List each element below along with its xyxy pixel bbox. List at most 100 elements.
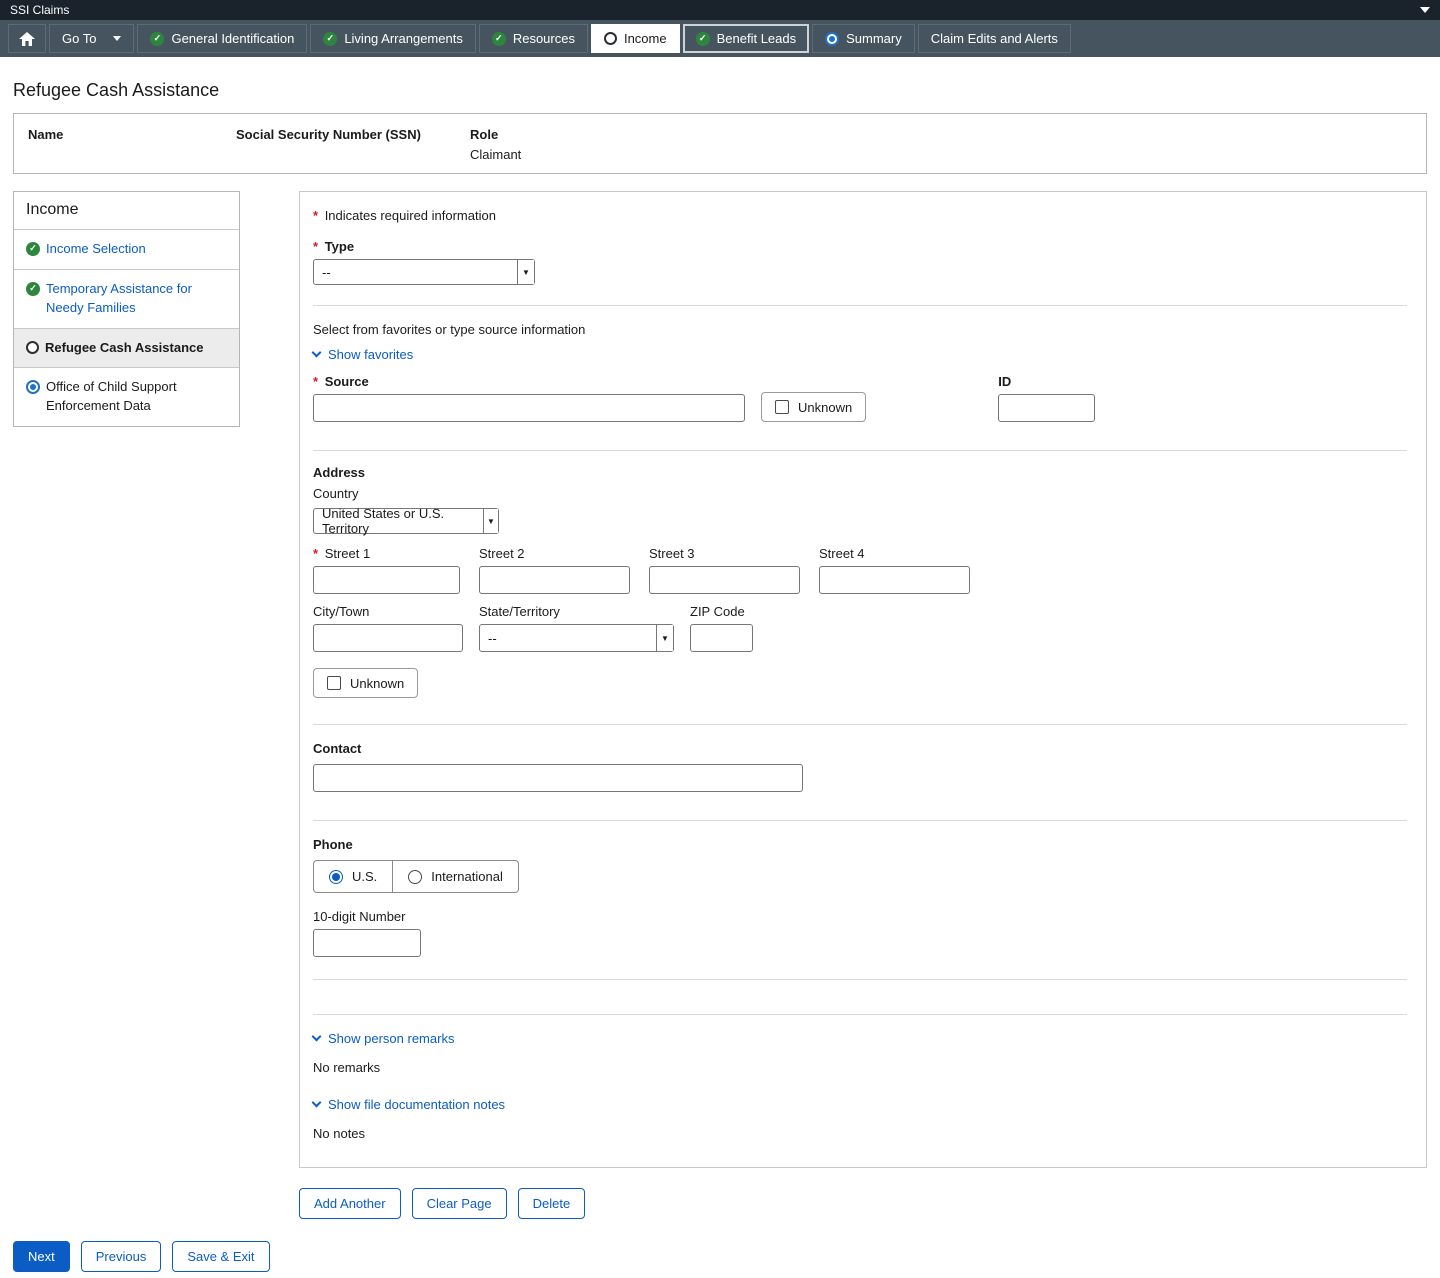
in-progress-circle-icon: [26, 380, 40, 394]
source-unknown-label: Unknown: [798, 400, 852, 415]
tab-general-identification[interactable]: ✓ General Identification: [137, 24, 307, 53]
tab-label: Summary: [846, 31, 902, 46]
sidebar-item-label: Office of Child Support Enforcement Data: [46, 378, 227, 416]
form-actions: Add Another Clear Page Delete: [299, 1188, 1427, 1219]
street1-input[interactable]: [313, 566, 460, 594]
show-file-notes-label: Show file documentation notes: [328, 1097, 505, 1112]
zip-input[interactable]: [690, 624, 753, 652]
city-input[interactable]: [313, 624, 463, 652]
tab-income[interactable]: Income: [591, 24, 680, 53]
chevron-down-icon: [312, 1098, 322, 1108]
chevron-down-icon: [312, 1032, 322, 1042]
go-to-label: Go To: [62, 31, 96, 46]
chevron-down-icon: [312, 348, 322, 358]
sidebar-item-label: Refugee Cash Assistance: [45, 339, 203, 358]
clear-page-button[interactable]: Clear Page: [412, 1188, 507, 1219]
street3-label: Street 3: [649, 546, 800, 561]
country-select-value: United States or U.S. Territory: [322, 506, 475, 536]
divider: [313, 820, 1407, 821]
state-select-value: --: [488, 631, 497, 646]
delete-button[interactable]: Delete: [518, 1188, 586, 1219]
street2-input[interactable]: [479, 566, 630, 594]
country-select[interactable]: United States or U.S. Territory ▼: [313, 508, 499, 534]
id-input[interactable]: [998, 394, 1095, 422]
tab-living-arrangements[interactable]: ✓ Living Arrangements: [310, 24, 476, 53]
tab-summary[interactable]: Summary: [812, 24, 915, 53]
contact-field: [313, 764, 803, 792]
sidebar-item-tanf[interactable]: ✓ Temporary Assistance for Needy Familie…: [14, 269, 239, 328]
sidebar-item-income-selection[interactable]: ✓ Income Selection: [14, 229, 239, 269]
go-to-dropdown[interactable]: Go To: [49, 24, 134, 53]
phone-us-label: U.S.: [352, 869, 377, 884]
income-sidebar: Income ✓ Income Selection ✓ Temporary As…: [13, 191, 240, 427]
person-ssn-value: [236, 147, 470, 162]
person-name-label: Name: [28, 127, 236, 142]
chevron-down-icon: ▼: [656, 625, 673, 651]
phone-international-option[interactable]: International: [392, 861, 518, 892]
divider: [313, 305, 1407, 306]
street2-label: Street 2: [479, 546, 630, 561]
chevron-down-icon: ▼: [483, 509, 498, 533]
no-notes-text: No notes: [313, 1126, 1407, 1141]
tab-resources[interactable]: ✓ Resources: [479, 24, 588, 53]
person-summary-card: Name Social Security Number (SSN) Role C…: [13, 113, 1427, 174]
show-person-remarks-label: Show person remarks: [328, 1031, 454, 1046]
sidebar-item-ocse-data[interactable]: Office of Child Support Enforcement Data: [14, 367, 239, 426]
contact-heading: Contact: [313, 741, 1407, 756]
radio-selected-icon: [329, 870, 343, 884]
main-column: * Indicates required information * Type …: [299, 191, 1427, 1219]
sidebar-item-label: Income Selection: [46, 240, 146, 259]
sidebar-title: Income: [14, 192, 239, 229]
source-unknown-checkbox[interactable]: Unknown: [761, 392, 866, 422]
state-field: State/Territory -- ▼: [479, 604, 674, 652]
person-role-label: Role: [470, 127, 1412, 142]
required-note-text: Indicates required information: [325, 208, 496, 223]
check-circle-icon: ✓: [150, 32, 164, 46]
address-unknown-checkbox[interactable]: Unknown: [313, 668, 418, 698]
page-actions: Next Previous Save & Exit: [13, 1241, 1427, 1272]
city-label: City/Town: [313, 604, 463, 619]
chevron-down-icon[interactable]: [1420, 7, 1430, 13]
street1-label: * Street 1: [313, 546, 460, 561]
required-marker: *: [313, 239, 318, 254]
chevron-down-icon: ▼: [517, 260, 534, 284]
tab-claim-edits-and-alerts[interactable]: Claim Edits and Alerts: [918, 24, 1071, 53]
divider: [313, 979, 1407, 980]
checkbox-icon: [327, 676, 341, 690]
tab-label: Resources: [513, 31, 575, 46]
street1-field: * Street 1: [313, 546, 460, 594]
next-button[interactable]: Next: [13, 1241, 70, 1272]
street1-label-text: Street 1: [325, 546, 371, 561]
source-input[interactable]: [313, 394, 745, 422]
sidebar-item-refugee-cash-assistance[interactable]: Refugee Cash Assistance: [14, 328, 239, 368]
street3-input[interactable]: [649, 566, 800, 594]
tab-label: Benefit Leads: [717, 31, 797, 46]
add-another-button[interactable]: Add Another: [299, 1188, 401, 1219]
phone-number-input[interactable]: [313, 929, 421, 957]
city-field: City/Town: [313, 604, 463, 652]
save-exit-button[interactable]: Save & Exit: [172, 1241, 269, 1272]
phone-us-option[interactable]: U.S.: [314, 861, 392, 892]
phone-international-label: International: [431, 869, 503, 884]
street4-input[interactable]: [819, 566, 970, 594]
country-label: Country: [313, 486, 1407, 501]
show-person-remarks-link[interactable]: Show person remarks: [313, 1031, 454, 1046]
home-button[interactable]: [8, 24, 46, 53]
previous-button[interactable]: Previous: [81, 1241, 162, 1272]
checkbox-icon: [775, 400, 789, 414]
state-select[interactable]: -- ▼: [479, 624, 674, 652]
show-file-notes-link[interactable]: Show file documentation notes: [313, 1097, 505, 1112]
in-progress-circle-icon: [825, 32, 839, 46]
person-summary-grid: Name Social Security Number (SSN) Role C…: [28, 127, 1412, 162]
tab-label: General Identification: [171, 31, 294, 46]
street4-label: Street 4: [819, 546, 970, 561]
required-marker: *: [313, 208, 318, 223]
show-favorites-label: Show favorites: [328, 347, 413, 362]
id-field: ID: [998, 374, 1095, 422]
state-label: State/Territory: [479, 604, 674, 619]
type-select[interactable]: -- ▼: [313, 259, 535, 285]
tab-benefit-leads[interactable]: ✓ Benefit Leads: [683, 24, 810, 53]
app-title: SSI Claims: [10, 3, 69, 17]
contact-input[interactable]: [313, 764, 803, 792]
show-favorites-link[interactable]: Show favorites: [313, 347, 413, 362]
